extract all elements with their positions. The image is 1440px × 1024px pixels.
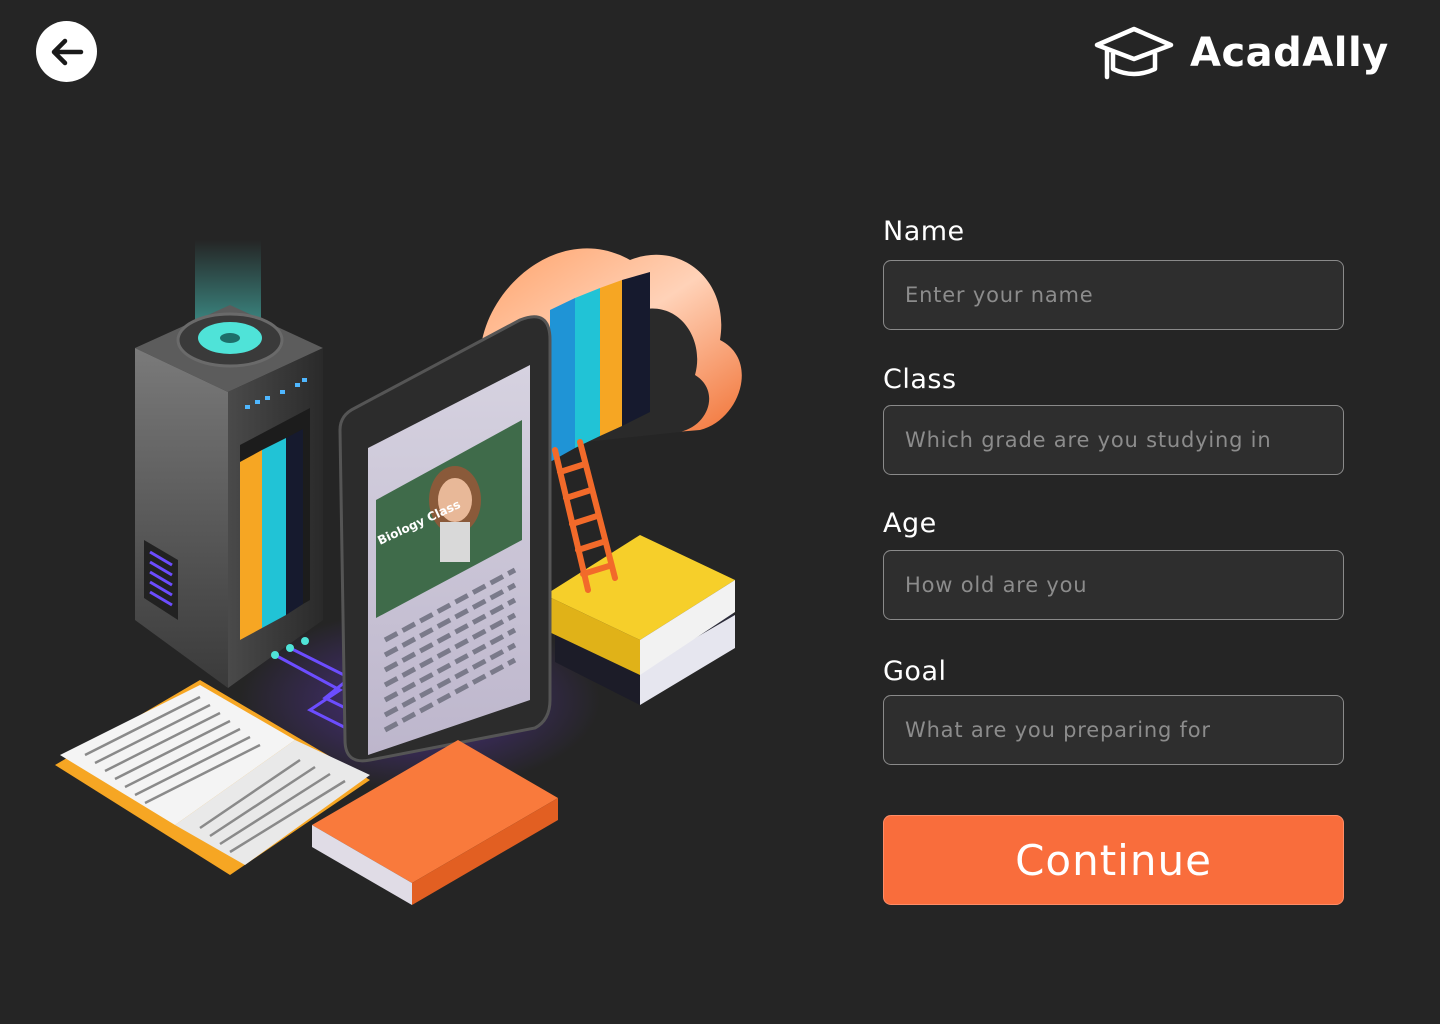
name-label: Name xyxy=(883,216,965,247)
class-label: Class xyxy=(883,364,957,395)
class-input[interactable] xyxy=(883,405,1344,475)
age-label: Age xyxy=(883,508,937,539)
graduation-cap-icon xyxy=(1094,26,1174,80)
brand-name: AcadAlly xyxy=(1190,30,1389,76)
arrow-left-icon xyxy=(51,38,83,65)
goal-input[interactable] xyxy=(883,695,1344,765)
age-input[interactable] xyxy=(883,550,1344,620)
name-input[interactable] xyxy=(883,260,1344,330)
continue-button[interactable]: Continue xyxy=(883,815,1344,905)
onboarding-page: AcadAlly Biology Class Name Enter your n… xyxy=(0,0,1440,1024)
education-illustration: Biology Class xyxy=(55,240,742,905)
brand-logo: AcadAlly xyxy=(1094,24,1389,82)
goal-label: Goal xyxy=(883,656,947,687)
ladder xyxy=(552,439,618,593)
tablet-device: Biology Class xyxy=(338,315,552,763)
back-button[interactable] xyxy=(36,21,97,82)
